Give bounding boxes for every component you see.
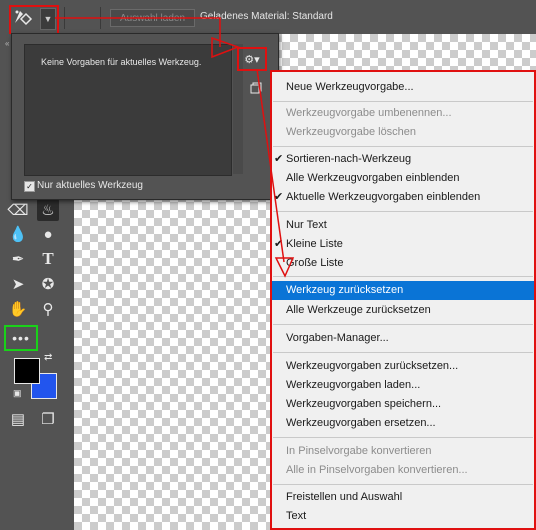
current-tool-only-checkbox[interactable]: ✓ <box>24 181 35 192</box>
menu-item-convert-to-brush[interactable]: In Pinselvorgabe konvertieren <box>272 442 534 461</box>
load-selection-button[interactable]: Auswahl laden <box>110 9 195 27</box>
menu-item-large-list[interactable]: Große Liste <box>272 254 534 273</box>
hand-icon: ✋ <box>8 301 28 318</box>
type-icon: T <box>42 249 54 268</box>
zoom-tool[interactable]: ⚲ <box>37 298 59 320</box>
menu-item-save-presets[interactable]: Werkzeugvorgaben speichern... <box>272 395 534 414</box>
panel-flyout-menu: Neue Werkzeugvorgabe... Werkzeugvorgabe … <box>270 70 536 530</box>
preset-list[interactable]: Keine Vorgaben für aktuelles Werkzeug. <box>24 44 232 176</box>
blur-drop-icon: 💧 <box>8 226 28 243</box>
menu-item-sort-by-tool[interactable]: ✔ Sortieren-nach-Werkzeug <box>272 150 534 169</box>
current-tool-only-label: Nur aktuelles Werkzeug <box>37 180 143 191</box>
eraser-tool[interactable]: ⌫ <box>7 199 29 221</box>
dodge-icon: ● <box>43 225 53 243</box>
menu-separator <box>273 324 533 325</box>
menu-item-reset-all-tools[interactable]: Alle Werkzeuge zurücksetzen <box>272 301 534 320</box>
menu-item-replace-presets[interactable]: Werkzeugvorgaben ersetzen... <box>272 414 534 433</box>
options-bar: ▼ Auswahl laden Geladenes Material: Stan… <box>0 0 536 35</box>
panel-menu-button[interactable]: ⚙▾ <box>237 47 267 71</box>
checkmark-icon: ✔ <box>274 191 284 203</box>
edit-toolbar-button[interactable]: ••• <box>4 325 38 351</box>
menu-item-rename-preset[interactable]: Werkzeugvorgabe umbenennen... <box>272 104 534 123</box>
menu-item-delete-preset[interactable]: Werkzeugvorgabe löschen <box>272 123 534 142</box>
blur-tool[interactable]: 💧 <box>7 223 29 245</box>
menu-item-text[interactable]: Text <box>272 507 534 526</box>
divider <box>100 7 101 29</box>
menu-item-preset-manager[interactable]: Vorgaben-Manager... <box>272 329 534 348</box>
menu-separator <box>273 437 533 438</box>
custom-shape-icon: ✪ <box>41 276 55 293</box>
new-preset-button[interactable] <box>250 82 262 97</box>
checkmark-icon: ✔ <box>274 238 284 250</box>
quick-mask-icon: ▤ <box>10 411 26 428</box>
screen-mode-icon: ❐ <box>41 411 55 428</box>
type-tool[interactable]: T <box>37 248 59 270</box>
menu-separator <box>273 352 533 353</box>
menu-separator <box>273 101 533 102</box>
menu-item-show-current-presets[interactable]: ✔ Aktuelle Werkzeugvorgaben einblenden <box>272 188 534 207</box>
menu-item-small-list[interactable]: ✔ Kleine Liste <box>272 235 534 254</box>
more-tools-icon: ••• <box>12 330 30 346</box>
paint-bucket-tool[interactable]: ♨ <box>37 199 59 221</box>
menu-item-crop-and-select[interactable]: Freistellen und Auswahl <box>272 488 534 507</box>
menu-item-new-preset[interactable]: Neue Werkzeugvorgabe... <box>272 78 534 97</box>
path-selection-tool[interactable]: ➤ <box>7 273 29 295</box>
menu-item-reset-presets[interactable]: Werkzeugvorgaben zurücksetzen... <box>272 357 534 376</box>
divider <box>64 7 65 29</box>
pen-tool[interactable]: ✒ <box>7 248 29 270</box>
eraser-icon: ⌫ <box>7 202 29 219</box>
zoom-icon: ⚲ <box>42 301 54 318</box>
path-selection-icon: ➤ <box>11 276 25 293</box>
menu-separator <box>273 484 533 485</box>
checkmark-icon: ✔ <box>274 153 284 165</box>
menu-item-show-all-presets[interactable]: Alle Werkzeugvorgaben einblenden <box>272 169 534 188</box>
custom-shape-tool[interactable]: ✪ <box>37 273 59 295</box>
swap-colors-icon[interactable]: ⇄ <box>44 352 52 363</box>
menu-item-load-presets[interactable]: Werkzeugvorgaben laden... <box>272 376 534 395</box>
pen-icon: ✒ <box>11 251 25 268</box>
menu-item-text-only[interactable]: Nur Text <box>272 216 534 235</box>
loaded-material-label: Geladenes Material: Standard <box>200 11 333 22</box>
gear-icon: ⚙▾ <box>244 53 260 66</box>
collapse-toolbar-icon[interactable]: « <box>5 39 9 48</box>
new-preset-icon <box>250 82 262 97</box>
menu-separator <box>273 276 533 277</box>
empty-preset-message: Keine Vorgaben für aktuelles Werkzeug. <box>41 57 202 67</box>
foreground-color-swatch[interactable] <box>14 358 40 384</box>
hand-tool[interactable]: ✋ <box>7 298 29 320</box>
default-colors-icon[interactable]: ▣ <box>13 388 22 399</box>
paint-bucket-icon: ♨ <box>41 202 55 219</box>
dodge-tool[interactable]: ● <box>37 223 59 245</box>
menu-item-convert-all-to-brush[interactable]: Alle in Pinselvorgaben konvertieren... <box>272 461 534 480</box>
annotation-tool-preset-box <box>9 5 59 35</box>
menu-separator <box>273 146 533 147</box>
menu-item-reset-tool[interactable]: Werkzeug zurücksetzen <box>272 281 534 300</box>
menu-separator <box>273 211 533 212</box>
screen-mode-button[interactable]: ❐ <box>37 408 59 430</box>
quick-mask-button[interactable]: ▤ <box>7 408 29 430</box>
